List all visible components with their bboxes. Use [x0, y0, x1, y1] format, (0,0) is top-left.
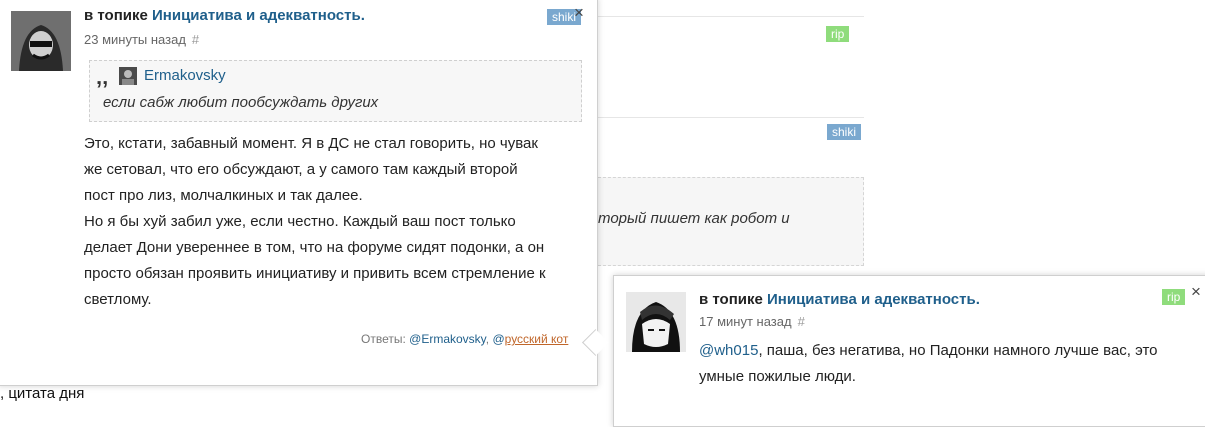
timestamp: 23 минуты назад #	[84, 32, 199, 47]
time-text[interactable]: 17 минут назад	[699, 314, 792, 329]
quote-avatar-image	[119, 67, 137, 85]
comment-line: светлому.	[84, 291, 152, 308]
topic-link[interactable]: Инициатива и адекватность.	[152, 7, 365, 24]
close-icon[interactable]: ×	[572, 4, 586, 21]
background-caption: , цитата дня	[0, 385, 85, 402]
comment-line: же сетовал, что его обсуждают, а у самог…	[84, 161, 518, 178]
background-tag-rip[interactable]: rip	[826, 26, 850, 42]
comment-popup: shiki × в топике Инициатива и адекватнос…	[0, 0, 598, 386]
comment-line: @wh015, паша, без негатива, но Падонки н…	[699, 338, 1158, 364]
quote-text: если сабж любит пообсуждать других	[103, 94, 379, 111]
replies: Ответы: @Ermakovsky, @русский кот	[361, 332, 569, 346]
topic-line: в топике Инициатива и адекватность.	[699, 291, 980, 308]
comment-line: пост про лиз, молчалкиных и так далее.	[84, 187, 363, 204]
comment-popup: rip × в топике Инициатива и адекватность…	[613, 275, 1205, 427]
time-text[interactable]: 23 минуты назад	[84, 32, 186, 47]
avatar-image	[11, 11, 71, 71]
timestamp: 17 минут назад #	[699, 314, 805, 329]
in-topic-prefix: в топике	[84, 7, 148, 24]
background-divider	[598, 117, 864, 118]
background-quote-text: торый пишет как робот и	[598, 210, 790, 227]
quote-author-link[interactable]: Ermakovsky	[144, 67, 226, 84]
comment-line: умные пожилые люди.	[699, 368, 856, 385]
background-tag-shiki[interactable]: shiki	[827, 124, 862, 140]
permalink-hash[interactable]: #	[798, 314, 805, 329]
reply-link-russkiy-kot[interactable]: русский кот	[505, 332, 569, 346]
user-tag-rip[interactable]: rip	[1162, 289, 1186, 305]
background-divider	[598, 16, 864, 17]
comment-body: Это, кстати, забавный момент. Я в ДС не …	[84, 131, 546, 313]
comment-text: , паша, без негатива, но Падонки намного…	[758, 342, 1158, 359]
avatar[interactable]	[11, 11, 71, 71]
avatar-image	[626, 292, 686, 352]
close-icon[interactable]: ×	[1189, 283, 1203, 300]
comment-line: просто обязан проявить инициативу и прив…	[84, 265, 546, 282]
topic-line: в топике Инициатива и адекватность.	[84, 7, 365, 24]
quote-mark-icon: ‚‚	[96, 64, 109, 89]
replies-label: Ответы:	[361, 332, 406, 346]
in-topic-prefix: в топике	[699, 291, 763, 308]
mention-link[interactable]: @wh015	[699, 342, 758, 359]
avatar[interactable]	[626, 292, 686, 352]
quote-author-avatar[interactable]	[119, 67, 137, 85]
permalink-hash[interactable]: #	[192, 32, 199, 47]
comment-line: Но я бы хуй забил уже, если честно. Кажд…	[84, 213, 516, 230]
comment-body: @wh015, паша, без негатива, но Падонки н…	[699, 338, 1158, 390]
comment-line: Это, кстати, забавный момент. Я в ДС не …	[84, 135, 538, 152]
comment-line: делает Дони увереннее в том, что на фору…	[84, 239, 545, 256]
reply-link-ermakovsky[interactable]: @Ermakovsky	[409, 332, 486, 346]
topic-link[interactable]: Инициатива и адекватность.	[767, 291, 980, 308]
